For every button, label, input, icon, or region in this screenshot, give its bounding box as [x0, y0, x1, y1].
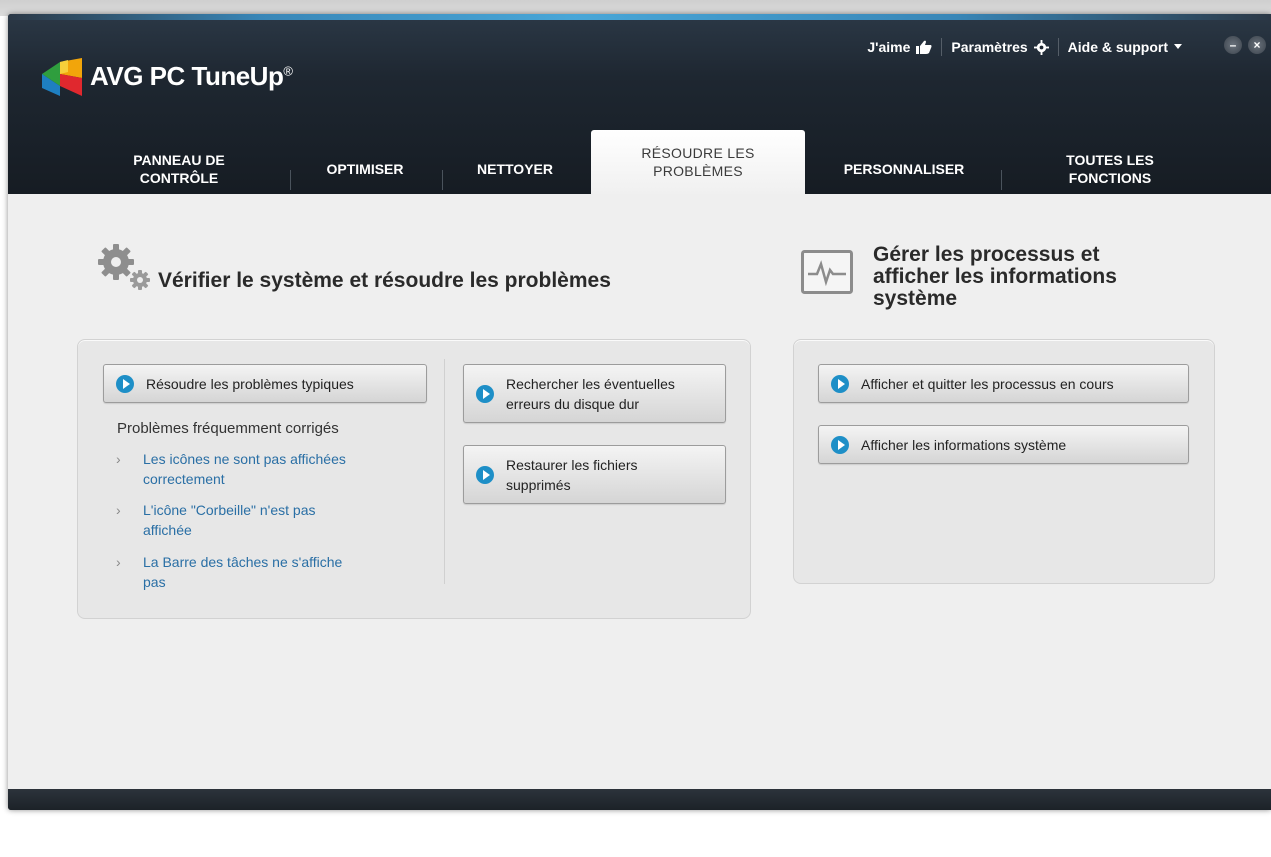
title-line: système	[873, 287, 958, 310]
chevron-right-icon: ›	[116, 451, 121, 467]
tab-label: RÉSOUDRE LES	[641, 145, 755, 161]
avg-logo-icon	[42, 58, 82, 96]
settings-label: Paramètres	[951, 39, 1028, 55]
help-label: Aide & support	[1067, 39, 1168, 55]
tab-label: NETTOYER	[477, 161, 553, 177]
tab-panneau-de-controle[interactable]: PANNEAU DE CONTRÔLE	[104, 144, 254, 194]
tab-label: TOUTES LES	[1066, 152, 1154, 168]
play-circle-icon	[831, 435, 849, 454]
tab-label: FONCTIONS	[1068, 170, 1152, 186]
help-support-dropdown[interactable]: Aide & support	[1059, 39, 1191, 55]
check-disk-errors-button[interactable]: Rechercher les éventuelles erreurs du dis…	[463, 364, 726, 423]
tab-separator	[442, 170, 443, 190]
close-button[interactable]: ×	[1248, 36, 1266, 54]
main-tabs: PANNEAU DE CONTRÔLE OPTIMISER NETTOYER RÉ…	[8, 130, 1271, 194]
show-system-info-button[interactable]: Afficher les informations système	[818, 425, 1189, 464]
link-line: L'icône "Corbeille" n'est pas	[143, 502, 316, 518]
title-bar: AVG PC TuneUp® J'aime Paramètres Aide & …	[8, 14, 1271, 194]
monitor-pulse-icon	[801, 250, 853, 294]
tab-separator	[1001, 170, 1002, 190]
problem-link-taskbar[interactable]: › La Barre des tâches ne s'affiche pas	[116, 552, 406, 592]
button-label-line: Rechercher les éventuelles	[506, 375, 675, 392]
brand-name: PC TuneUp	[149, 60, 284, 91]
app-window: AVG PC TuneUp® J'aime Paramètres Aide & …	[8, 14, 1271, 810]
gear-icon	[1033, 39, 1049, 55]
brand-prefix: AVG	[90, 60, 143, 91]
main-content: Vérifier le système et résoudre les prob…	[8, 194, 1271, 789]
button-label-line: supprimés	[506, 476, 571, 493]
problem-link-icons[interactable]: › Les icônes ne sont pas affichées correc…	[116, 449, 406, 489]
section-title-check-system: Vérifier le système et résoudre les prob…	[158, 269, 611, 292]
play-circle-icon	[476, 465, 494, 484]
app-logo: AVG PC TuneUp®	[38, 51, 293, 101]
problem-link-recycle-bin[interactable]: › L'icône "Corbeille" n'est pas affichée	[116, 500, 406, 540]
link-line: Les icônes ne sont pas affichées	[143, 451, 346, 467]
window-controls: – ×	[1218, 36, 1266, 54]
tab-label: PERSONNALISER	[843, 161, 965, 177]
brand-registered: ®	[283, 62, 293, 78]
button-label-line: Restaurer les fichiers	[506, 456, 638, 473]
settings-button[interactable]: Paramètres	[942, 39, 1057, 55]
link-text: La Barre des tâches ne s'affiche pas	[143, 552, 342, 592]
thumbs-up-icon	[916, 40, 932, 54]
restore-deleted-files-button[interactable]: Restaurer les fichiers supprimés	[463, 445, 726, 504]
link-text: Les icônes ne sont pas affichées correcte…	[143, 449, 346, 489]
show-quit-processes-button[interactable]: Afficher et quitter les processus en cou…	[818, 364, 1189, 403]
tab-separator	[290, 170, 291, 190]
frequent-problems-heading: Problèmes fréquemment corrigés	[117, 420, 339, 437]
tab-label: PANNEAU DE	[133, 152, 225, 168]
like-label: J'aime	[867, 39, 911, 55]
panel-divider	[444, 359, 445, 584]
caret-down-icon	[1174, 44, 1182, 49]
minimize-button[interactable]: –	[1224, 36, 1242, 54]
link-line: correctement	[143, 471, 225, 487]
tab-label: OPTIMISER	[326, 161, 404, 177]
tab-nettoyer[interactable]: NETTOYER	[455, 144, 575, 194]
button-label: Rechercher les éventuelles erreurs du dis…	[506, 374, 675, 414]
play-circle-icon	[116, 374, 134, 393]
status-bar	[8, 789, 1271, 810]
title-line: afficher les informations	[873, 265, 1117, 288]
tab-label: CONTRÔLE	[139, 170, 219, 186]
link-line: La Barre des tâches ne s'affiche	[143, 554, 343, 570]
section-title-manage-processes: Gérer les processus et afficher les info…	[873, 244, 1117, 310]
top-menu: J'aime Paramètres Aide & support	[858, 38, 1191, 56]
button-label-line: erreurs du disque dur	[506, 395, 640, 412]
button-label: Résoudre les problèmes typiques	[146, 375, 354, 392]
tab-label: PROBLÈMES	[653, 163, 743, 179]
button-label: Afficher les informations système	[861, 436, 1067, 453]
link-text: L'icône "Corbeille" n'est pas affichée	[143, 500, 316, 540]
tab-optimiser[interactable]: OPTIMISER	[305, 144, 425, 194]
play-circle-icon	[831, 374, 849, 393]
play-circle-icon	[476, 384, 494, 403]
chevron-right-icon: ›	[116, 554, 121, 570]
button-label: Restaurer les fichiers supprimés	[506, 455, 638, 495]
app-title: AVG PC TuneUp®	[90, 60, 293, 92]
gears-icon	[98, 244, 150, 290]
solve-typical-problems-button[interactable]: Résoudre les problèmes typiques	[103, 364, 427, 403]
tab-personnaliser[interactable]: PERSONNALISER	[819, 144, 989, 194]
like-button[interactable]: J'aime	[858, 39, 941, 55]
tab-resoudre-les-problemes[interactable]: RÉSOUDRE LES PROBLÈMES	[591, 130, 805, 194]
link-line: pas	[143, 574, 166, 590]
link-line: affichée	[143, 522, 192, 538]
button-label: Afficher et quitter les processus en cou…	[861, 375, 1114, 392]
tab-toutes-les-fonctions[interactable]: TOUTES LES FONCTIONS	[1030, 144, 1190, 194]
chevron-right-icon: ›	[116, 502, 121, 518]
title-line: Gérer les processus et	[873, 243, 1100, 266]
title-bar-glow	[8, 14, 1271, 20]
